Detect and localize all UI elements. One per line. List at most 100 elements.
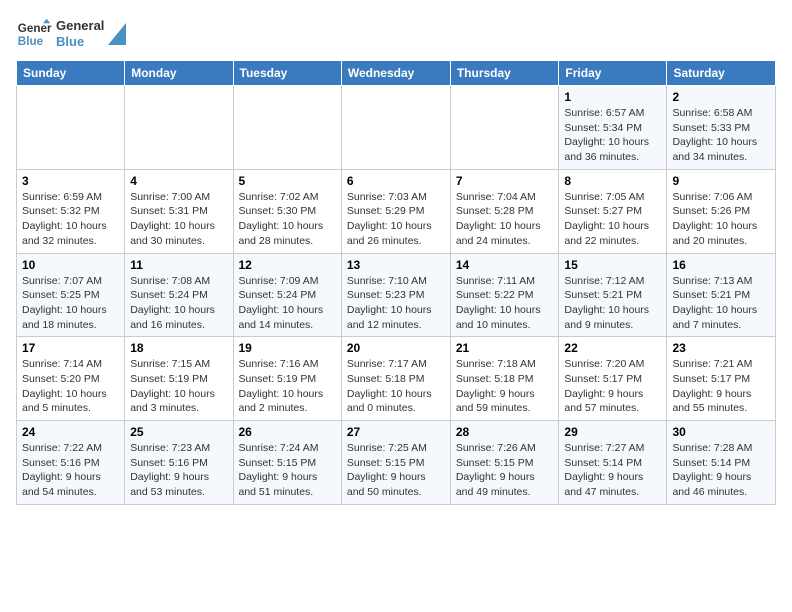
calendar-cell: 6 Sunrise: 7:03 AMSunset: 5:29 PMDaylight… [341, 169, 450, 253]
day-info: Sunrise: 7:23 AMSunset: 5:16 PMDaylight:… [130, 441, 227, 500]
day-number: 28 [456, 425, 554, 439]
day-info: Sunrise: 7:22 AMSunset: 5:16 PMDaylight:… [22, 441, 119, 500]
day-number: 8 [564, 174, 661, 188]
logo-triangle-icon [108, 23, 126, 45]
day-number: 27 [347, 425, 445, 439]
calendar-cell [17, 86, 125, 170]
day-number: 10 [22, 258, 119, 272]
day-info: Sunrise: 7:08 AMSunset: 5:24 PMDaylight:… [130, 274, 227, 333]
day-info: Sunrise: 7:10 AMSunset: 5:23 PMDaylight:… [347, 274, 445, 333]
day-info: Sunrise: 7:24 AMSunset: 5:15 PMDaylight:… [239, 441, 336, 500]
day-number: 26 [239, 425, 336, 439]
day-number: 25 [130, 425, 227, 439]
day-info: Sunrise: 7:25 AMSunset: 5:15 PMDaylight:… [347, 441, 445, 500]
day-info: Sunrise: 7:11 AMSunset: 5:22 PMDaylight:… [456, 274, 554, 333]
day-info: Sunrise: 6:59 AMSunset: 5:32 PMDaylight:… [22, 190, 119, 249]
day-info: Sunrise: 7:06 AMSunset: 5:26 PMDaylight:… [672, 190, 770, 249]
day-number: 5 [239, 174, 336, 188]
day-info: Sunrise: 7:18 AMSunset: 5:18 PMDaylight:… [456, 357, 554, 416]
day-info: Sunrise: 7:27 AMSunset: 5:14 PMDaylight:… [564, 441, 661, 500]
logo-text-blue: Blue [56, 34, 104, 50]
calendar-cell: 29 Sunrise: 7:27 AMSunset: 5:14 PMDayligh… [559, 421, 667, 505]
calendar-cell: 30 Sunrise: 7:28 AMSunset: 5:14 PMDayligh… [667, 421, 776, 505]
day-number: 18 [130, 341, 227, 355]
day-number: 9 [672, 174, 770, 188]
day-info: Sunrise: 7:07 AMSunset: 5:25 PMDaylight:… [22, 274, 119, 333]
day-info: Sunrise: 7:17 AMSunset: 5:18 PMDaylight:… [347, 357, 445, 416]
calendar-cell: 2Sunrise: 6:58 AMSunset: 5:33 PMDaylight… [667, 86, 776, 170]
calendar-cell: 18 Sunrise: 7:15 AMSunset: 5:19 PMDayligh… [125, 337, 233, 421]
calendar-body: 1Sunrise: 6:57 AMSunset: 5:34 PMDaylight… [17, 86, 776, 505]
day-info: Sunrise: 7:16 AMSunset: 5:19 PMDaylight:… [239, 357, 336, 416]
calendar-cell: 17Sunrise: 7:14 AMSunset: 5:20 PMDayligh… [17, 337, 125, 421]
calendar-week-row: 1Sunrise: 6:57 AMSunset: 5:34 PMDaylight… [17, 86, 776, 170]
calendar-cell: 13 Sunrise: 7:10 AMSunset: 5:23 PMDayligh… [341, 253, 450, 337]
day-info: Sunrise: 7:15 AMSunset: 5:19 PMDaylight:… [130, 357, 227, 416]
weekday-header-sunday: Sunday [17, 61, 125, 86]
calendar-week-row: 17Sunrise: 7:14 AMSunset: 5:20 PMDayligh… [17, 337, 776, 421]
day-number: 14 [456, 258, 554, 272]
day-info: Sunrise: 7:02 AMSunset: 5:30 PMDaylight:… [239, 190, 336, 249]
calendar-cell [341, 86, 450, 170]
day-number: 7 [456, 174, 554, 188]
day-info: Sunrise: 6:58 AMSunset: 5:33 PMDaylight:… [672, 106, 770, 165]
calendar-cell: 14 Sunrise: 7:11 AMSunset: 5:22 PMDayligh… [450, 253, 559, 337]
day-number: 29 [564, 425, 661, 439]
calendar-cell: 20 Sunrise: 7:17 AMSunset: 5:18 PMDayligh… [341, 337, 450, 421]
page-header: General Blue General Blue [16, 16, 776, 52]
calendar-cell: 22Sunrise: 7:20 AMSunset: 5:17 PMDayligh… [559, 337, 667, 421]
calendar-cell: 9 Sunrise: 7:06 AMSunset: 5:26 PMDaylight… [667, 169, 776, 253]
day-info: Sunrise: 7:21 AMSunset: 5:17 PMDaylight:… [672, 357, 770, 416]
calendar-cell: 27 Sunrise: 7:25 AMSunset: 5:15 PMDayligh… [341, 421, 450, 505]
calendar-cell: 5 Sunrise: 7:02 AMSunset: 5:30 PMDaylight… [233, 169, 341, 253]
calendar-week-row: 24 Sunrise: 7:22 AMSunset: 5:16 PMDayligh… [17, 421, 776, 505]
day-number: 20 [347, 341, 445, 355]
calendar-header-row: SundayMondayTuesdayWednesdayThursdayFrid… [17, 61, 776, 86]
day-number: 16 [672, 258, 770, 272]
calendar-cell: 12Sunrise: 7:09 AMSunset: 5:24 PMDayligh… [233, 253, 341, 337]
calendar-cell: 10 Sunrise: 7:07 AMSunset: 5:25 PMDayligh… [17, 253, 125, 337]
day-number: 24 [22, 425, 119, 439]
calendar-cell [125, 86, 233, 170]
day-info: Sunrise: 7:04 AMSunset: 5:28 PMDaylight:… [456, 190, 554, 249]
day-info: Sunrise: 7:20 AMSunset: 5:17 PMDaylight:… [564, 357, 661, 416]
day-info: Sunrise: 7:13 AMSunset: 5:21 PMDaylight:… [672, 274, 770, 333]
day-number: 6 [347, 174, 445, 188]
day-info: Sunrise: 7:09 AMSunset: 5:24 PMDaylight:… [239, 274, 336, 333]
calendar-week-row: 10 Sunrise: 7:07 AMSunset: 5:25 PMDayligh… [17, 253, 776, 337]
day-number: 19 [239, 341, 336, 355]
calendar-cell: 24 Sunrise: 7:22 AMSunset: 5:16 PMDayligh… [17, 421, 125, 505]
day-number: 13 [347, 258, 445, 272]
calendar-cell: 19 Sunrise: 7:16 AMSunset: 5:19 PMDayligh… [233, 337, 341, 421]
calendar-table: SundayMondayTuesdayWednesdayThursdayFrid… [16, 60, 776, 505]
calendar-cell: 16 Sunrise: 7:13 AMSunset: 5:21 PMDayligh… [667, 253, 776, 337]
day-info: Sunrise: 7:03 AMSunset: 5:29 PMDaylight:… [347, 190, 445, 249]
calendar-cell [450, 86, 559, 170]
day-info: Sunrise: 7:00 AMSunset: 5:31 PMDaylight:… [130, 190, 227, 249]
logo: General Blue General Blue [16, 16, 126, 52]
calendar-cell: 11 Sunrise: 7:08 AMSunset: 5:24 PMDayligh… [125, 253, 233, 337]
calendar-cell: 15Sunrise: 7:12 AMSunset: 5:21 PMDayligh… [559, 253, 667, 337]
calendar-cell: 3 Sunrise: 6:59 AMSunset: 5:32 PMDaylight… [17, 169, 125, 253]
svg-text:General: General [18, 22, 52, 35]
day-number: 30 [672, 425, 770, 439]
day-number: 3 [22, 174, 119, 188]
calendar-cell: 21Sunrise: 7:18 AMSunset: 5:18 PMDayligh… [450, 337, 559, 421]
calendar-cell: 23 Sunrise: 7:21 AMSunset: 5:17 PMDayligh… [667, 337, 776, 421]
calendar-cell: 28Sunrise: 7:26 AMSunset: 5:15 PMDayligh… [450, 421, 559, 505]
calendar-cell: 25 Sunrise: 7:23 AMSunset: 5:16 PMDayligh… [125, 421, 233, 505]
day-info: Sunrise: 6:57 AMSunset: 5:34 PMDaylight:… [564, 106, 661, 165]
weekday-header-saturday: Saturday [667, 61, 776, 86]
weekday-header-thursday: Thursday [450, 61, 559, 86]
calendar-week-row: 3 Sunrise: 6:59 AMSunset: 5:32 PMDaylight… [17, 169, 776, 253]
day-number: 17 [22, 341, 119, 355]
calendar-cell: 1Sunrise: 6:57 AMSunset: 5:34 PMDaylight… [559, 86, 667, 170]
day-number: 23 [672, 341, 770, 355]
day-number: 4 [130, 174, 227, 188]
day-number: 11 [130, 258, 227, 272]
svg-text:Blue: Blue [18, 35, 44, 48]
weekday-header-wednesday: Wednesday [341, 61, 450, 86]
logo-icon: General Blue [16, 16, 52, 52]
day-info: Sunrise: 7:28 AMSunset: 5:14 PMDaylight:… [672, 441, 770, 500]
calendar-cell: 8Sunrise: 7:05 AMSunset: 5:27 PMDaylight… [559, 169, 667, 253]
